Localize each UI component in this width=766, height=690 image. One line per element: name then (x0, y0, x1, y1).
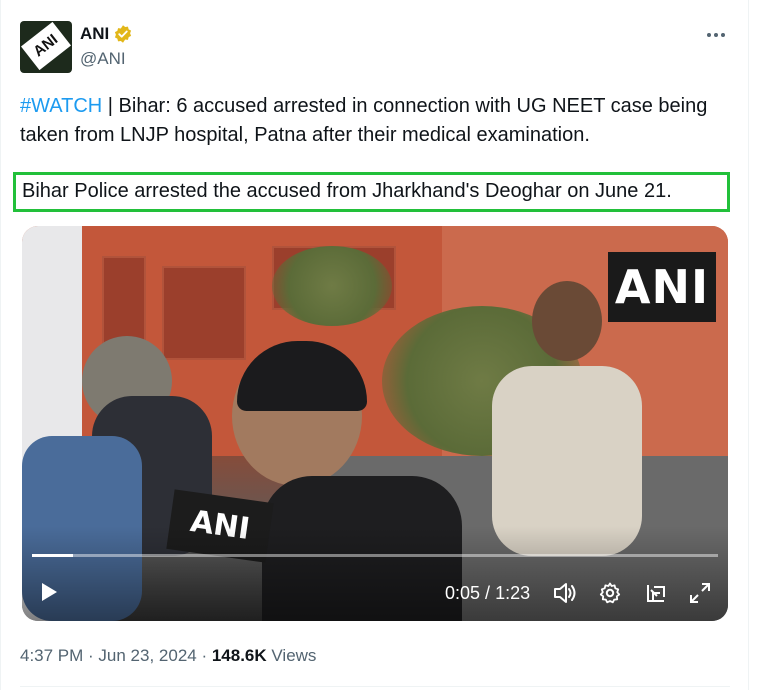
tweet-date[interactable]: Jun 23, 2024 (98, 646, 196, 665)
settings-gear-icon[interactable] (598, 581, 622, 605)
play-icon[interactable] (38, 581, 60, 603)
tweet-body: Bihar: 6 accused arrested in connection … (20, 95, 708, 146)
avatar-logo-text: ANI (21, 21, 71, 71)
avatar[interactable]: ANI (20, 21, 72, 73)
verified-badge-icon[interactable] (113, 24, 133, 44)
author-handle[interactable]: @ANI (80, 49, 126, 69)
video-scene-officer-head (532, 281, 602, 361)
tweet-time[interactable]: 4:37 PM (20, 646, 83, 665)
views-label: Views (266, 646, 317, 665)
timeline-border-left (0, 0, 1, 690)
fullscreen-icon[interactable] (688, 581, 712, 605)
video-player[interactable]: ANI ANI 0:05 / 1:23 (22, 226, 728, 621)
ani-watermark: ANI (608, 252, 716, 322)
timeline-border-right (748, 0, 749, 690)
video-progress-bar[interactable] (32, 554, 718, 557)
video-current-time: 0:05 (445, 583, 481, 603)
more-icon[interactable] (702, 26, 730, 44)
volume-icon[interactable] (552, 581, 578, 605)
tweet-metadata: 4:37 PM · Jun 23, 2024 · 148.6K Views (20, 646, 316, 666)
video-progress-fill (32, 554, 74, 557)
divider (20, 686, 730, 687)
author-display-name[interactable]: ANI (80, 24, 109, 44)
video-time-display: 0:05 / 1:23 (445, 583, 530, 604)
video-scene-foliage (272, 246, 392, 326)
video-controls-overlay (22, 526, 728, 621)
author-name-row[interactable]: ANI (80, 24, 133, 44)
hashtag-separator: | (102, 95, 119, 117)
meta-dot: · (83, 646, 99, 665)
views-count: 148.6K (211, 646, 267, 665)
video-time-separator: / (480, 583, 496, 603)
tweet-text: #WATCH | Bihar: 6 accused arrested in co… (20, 92, 730, 150)
hashtag-link[interactable]: #WATCH (20, 95, 102, 117)
meta-dot: · (196, 646, 212, 665)
video-duration: 1:23 (495, 583, 531, 603)
highlighted-sentence: Bihar Police arrested the accused from J… (22, 180, 672, 202)
picture-in-picture-icon[interactable] (644, 581, 668, 605)
